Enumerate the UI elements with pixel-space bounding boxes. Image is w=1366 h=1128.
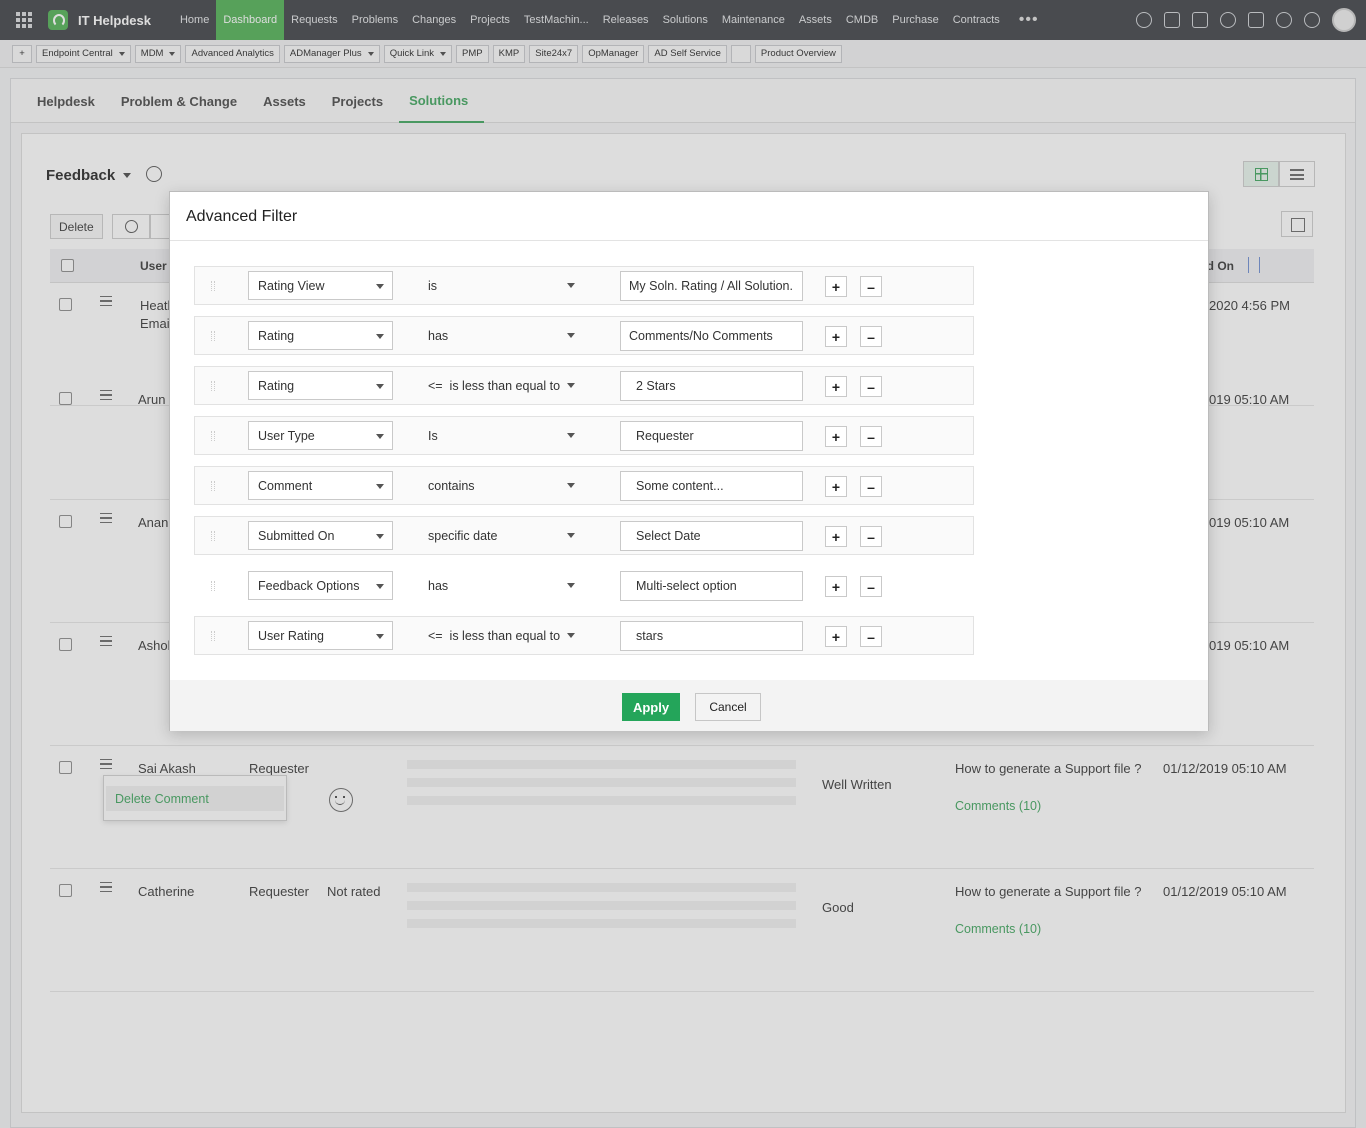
field-label: User Rating (258, 628, 324, 643)
dialog-title: Advanced Filter (186, 208, 298, 225)
filter-operator-select[interactable]: has (428, 321, 583, 350)
filter-field-select[interactable]: Rating View (248, 271, 393, 300)
filter-field-select[interactable]: User Rating (248, 621, 393, 650)
field-label: Rating (258, 378, 295, 393)
add-filter-button[interactable]: + (825, 626, 847, 647)
chevron-down-icon (567, 333, 575, 338)
chevron-down-icon (567, 433, 575, 438)
drag-handle-icon[interactable] (211, 331, 215, 341)
filter-value-input[interactable]: 2 Stars (620, 371, 803, 401)
filter-value-input[interactable]: Comments/No Comments (620, 321, 803, 351)
filter-field-select[interactable]: Comment (248, 471, 393, 500)
chevron-down-icon (567, 483, 575, 488)
chevron-down-icon (567, 583, 575, 588)
remove-filter-button[interactable]: – (860, 526, 882, 547)
remove-filter-button[interactable]: – (860, 376, 882, 397)
chevron-down-icon (376, 334, 384, 339)
filter-row: Submitted On specific date Select Date +… (194, 516, 974, 555)
filter-field-select[interactable]: User Type (248, 421, 393, 450)
chevron-down-icon (376, 284, 384, 289)
filter-field-select[interactable]: Submitted On (248, 521, 393, 550)
apply-button[interactable]: Apply (622, 693, 680, 721)
chevron-down-icon (376, 384, 384, 389)
drag-handle-icon[interactable] (211, 431, 215, 441)
add-filter-button[interactable]: + (825, 576, 847, 597)
chevron-down-icon (567, 533, 575, 538)
chevron-down-icon (376, 484, 384, 489)
filter-operator-select[interactable]: <= is less than equal to (428, 621, 583, 650)
remove-filter-button[interactable]: – (860, 476, 882, 497)
filter-field-select[interactable]: Rating (248, 371, 393, 400)
filter-value-input[interactable]: stars (620, 621, 803, 651)
filter-operator-select[interactable]: has (428, 571, 583, 600)
add-filter-button[interactable]: + (825, 326, 847, 347)
operator-label: has (428, 578, 449, 593)
filter-value-input[interactable]: My Soln. Rating / All Solution. (620, 271, 803, 301)
filter-operator-select[interactable]: contains (428, 471, 583, 500)
remove-filter-button[interactable]: – (860, 626, 882, 647)
chevron-down-icon (567, 383, 575, 388)
operator-label: contains (428, 478, 475, 493)
filter-row: Rating View is My Soln. Rating / All Sol… (194, 266, 974, 305)
filter-row: User Rating <= is less than equal to sta… (194, 616, 974, 655)
drag-handle-icon[interactable] (211, 281, 215, 291)
operator-label: <= is less than equal to (428, 378, 561, 393)
filter-row: User Type Is Requester + – (194, 416, 974, 455)
advanced-filter-dialog: Advanced Filter Rating View is My Soln. … (169, 191, 1209, 731)
remove-filter-button[interactable]: – (860, 426, 882, 447)
operator-label: Is (428, 428, 438, 443)
field-label: Rating (258, 328, 295, 343)
drag-handle-icon[interactable] (211, 581, 215, 591)
add-filter-button[interactable]: + (825, 426, 847, 447)
filter-value-input[interactable]: Some content... (620, 471, 803, 501)
remove-filter-button[interactable]: – (860, 326, 882, 347)
drag-handle-icon[interactable] (211, 381, 215, 391)
chevron-down-icon (567, 283, 575, 288)
dialog-footer: Apply Cancel (170, 680, 1208, 731)
field-label: User Type (258, 428, 315, 443)
filter-value-input[interactable]: Select Date (620, 521, 803, 551)
field-label: Comment (258, 478, 313, 493)
add-filter-button[interactable]: + (825, 476, 847, 497)
add-filter-button[interactable]: + (825, 526, 847, 547)
add-filter-button[interactable]: + (825, 276, 847, 297)
filter-operator-select[interactable]: is (428, 271, 583, 300)
filter-row: Feedback Options has Multi-select option… (194, 566, 974, 605)
chevron-down-icon (567, 633, 575, 638)
chevron-down-icon (376, 584, 384, 589)
filter-field-select[interactable]: Rating (248, 321, 393, 350)
drag-handle-icon[interactable] (211, 481, 215, 491)
filter-operator-select[interactable]: specific date (428, 521, 583, 550)
filter-row: Rating <= is less than equal to 2 Stars … (194, 366, 974, 405)
field-label: Rating View (258, 278, 325, 293)
operator-label: has (428, 328, 449, 343)
filter-operator-select[interactable]: Is (428, 421, 583, 450)
chevron-down-icon (376, 434, 384, 439)
divider (170, 240, 1208, 241)
add-filter-button[interactable]: + (825, 376, 847, 397)
chevron-down-icon (376, 534, 384, 539)
cancel-button[interactable]: Cancel (695, 693, 761, 721)
drag-handle-icon[interactable] (211, 631, 215, 641)
operator-label: specific date (428, 528, 498, 543)
drag-handle-icon[interactable] (211, 531, 215, 541)
filter-value-input[interactable]: Requester (620, 421, 803, 451)
filter-row: Rating has Comments/No Comments + – (194, 316, 974, 355)
remove-filter-button[interactable]: – (860, 576, 882, 597)
filter-field-select[interactable]: Feedback Options (248, 571, 393, 600)
filter-row: Comment contains Some content... + – (194, 466, 974, 505)
operator-label: is (428, 278, 438, 293)
chevron-down-icon (376, 634, 384, 639)
field-label: Submitted On (258, 528, 335, 543)
filter-operator-select[interactable]: <= is less than equal to (428, 371, 583, 400)
filter-value-input[interactable]: Multi-select option (620, 571, 803, 601)
remove-filter-button[interactable]: – (860, 276, 882, 297)
operator-label: <= is less than equal to (428, 628, 561, 643)
field-label: Feedback Options (258, 578, 360, 593)
